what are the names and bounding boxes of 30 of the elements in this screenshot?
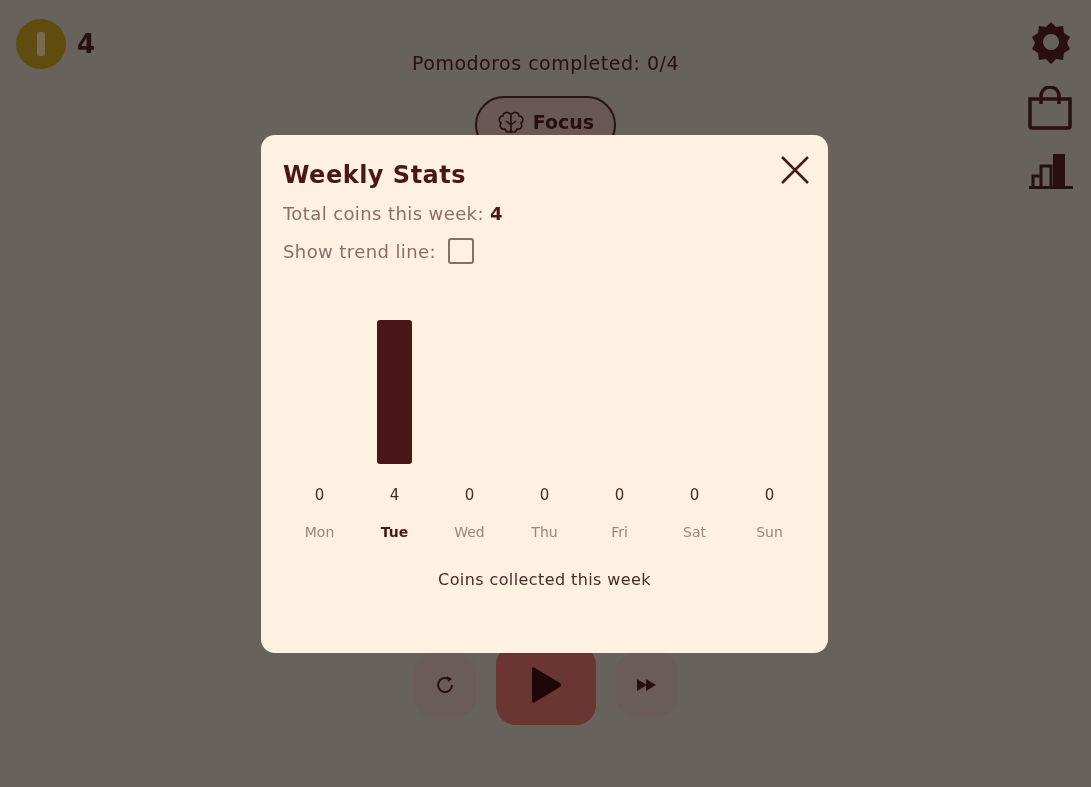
chart-caption: Coins collected this week [438, 570, 651, 589]
total-coins-text: Total coins this week: 4 [283, 203, 504, 224]
day-label: Sat [683, 524, 706, 540]
day-label: Wed [454, 524, 485, 540]
bar-value: 0 [539, 486, 550, 504]
bar-value: 0 [314, 486, 325, 504]
day-label: Fri [611, 524, 628, 540]
brain-icon [496, 111, 525, 135]
shopping-bag-icon[interactable] [1027, 86, 1073, 130]
day-label: Thu [531, 524, 558, 540]
bar-value: 0 [464, 486, 475, 504]
trend-line-label: Show trend line: [283, 240, 436, 262]
bar-value: 0 [614, 486, 625, 504]
bar-chart-icon[interactable] [1029, 152, 1073, 190]
coin-count: 4 [77, 29, 96, 59]
settings-icon[interactable] [1029, 20, 1073, 64]
pomodoro-counter: Pomodoros completed: 0/4 [412, 52, 679, 74]
reset-button[interactable] [413, 654, 476, 716]
day-label: Mon [304, 524, 335, 540]
day-label: Sun [756, 524, 783, 540]
dialog-title: Weekly Stats [283, 161, 467, 189]
trend-checkbox[interactable] [447, 238, 474, 264]
day-label: Tue [380, 524, 409, 540]
coin-icon [16, 19, 66, 69]
play-icon [529, 666, 562, 704]
skip-button[interactable] [615, 654, 678, 716]
bar-value: 4 [389, 486, 400, 504]
fast-forward-icon [636, 678, 657, 692]
bar-value: 0 [764, 486, 775, 504]
bar-value: 0 [689, 486, 700, 504]
